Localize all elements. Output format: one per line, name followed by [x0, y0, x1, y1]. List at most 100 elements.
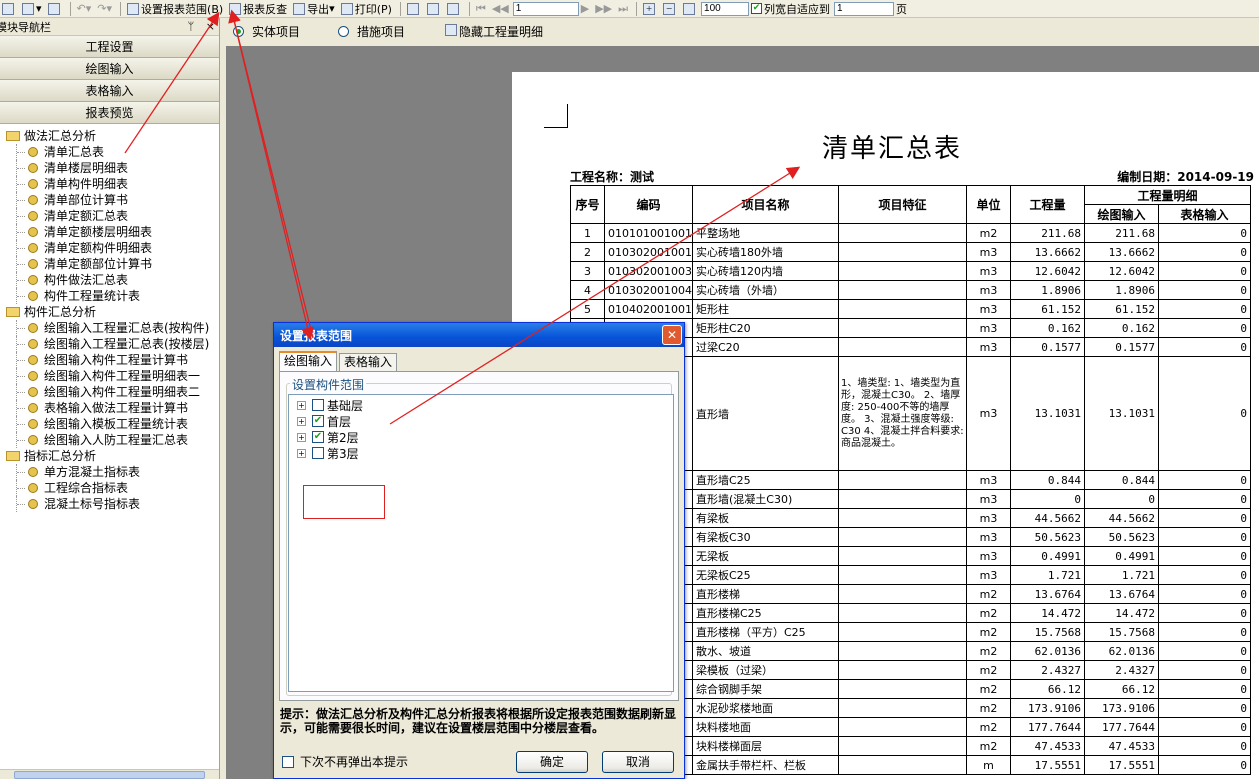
- floor-checkbox[interactable]: ✔: [312, 431, 324, 443]
- tree-item[interactable]: 清单定额汇总表: [0, 208, 219, 224]
- expand-icon[interactable]: +: [297, 400, 306, 410]
- close-icon[interactable]: ×: [206, 20, 215, 33]
- last-page-button[interactable]: ⏭: [616, 1, 630, 17]
- measure-items-radio[interactable]: 措施项目: [338, 23, 405, 40]
- expand-icon[interactable]: +: [297, 432, 306, 442]
- page-unit-label: 页: [896, 2, 908, 16]
- next-page-button[interactable]: ▶: [579, 1, 591, 17]
- tree-item[interactable]: 清单定额楼层明细表: [0, 224, 219, 240]
- tree-item[interactable]: 绘图输入构件工程量计算书: [0, 352, 219, 368]
- cell-unit: m3: [966, 318, 1011, 338]
- report-reverse-button[interactable]: 报表反查: [227, 1, 289, 17]
- tree-group[interactable]: 做法汇总分析: [0, 128, 219, 144]
- tree-item[interactable]: 绘图输入工程量汇总表(按楼层): [0, 336, 219, 352]
- nav-report-preview[interactable]: 报表预览: [0, 102, 219, 124]
- tree-item[interactable]: 绘图输入构件工程量明细表二: [0, 384, 219, 400]
- ok-button[interactable]: 确定: [516, 751, 588, 773]
- dont-show-again-checkbox[interactable]: 下次不再弹出本提示: [282, 753, 408, 770]
- cancel-button[interactable]: 取消: [602, 751, 674, 773]
- cell-name: 无梁板C25: [692, 565, 839, 585]
- cell-unit: m2: [966, 679, 1011, 699]
- cell-unit: m3: [966, 527, 1011, 547]
- fit-pages-input[interactable]: [834, 1, 895, 16]
- tab-table-input[interactable]: 表格输入: [339, 353, 398, 371]
- entity-items-radio[interactable]: 实体项目: [233, 23, 300, 40]
- fit-columns-toggle[interactable]: ✔ 列宽自适应到: [749, 1, 832, 17]
- cell-draw: 66.12: [1084, 679, 1159, 699]
- zoom-button[interactable]: [681, 1, 699, 17]
- cell-draw: 62.0136: [1084, 641, 1159, 661]
- first-page-button[interactable]: ⏮: [474, 1, 488, 17]
- tree-item[interactable]: 清单汇总表: [0, 144, 219, 160]
- zoom-in-button[interactable]: +: [641, 1, 659, 17]
- zoom-out-button[interactable]: −: [661, 1, 679, 17]
- expand-icon[interactable]: +: [297, 448, 306, 458]
- floor-node[interactable]: + ✔ 首层: [297, 413, 351, 429]
- nav-drawing-input[interactable]: 绘图输入: [0, 58, 219, 80]
- cell-name: 直形墙(混凝土C30): [692, 489, 839, 509]
- tree-item[interactable]: 清单定额部位计算书: [0, 256, 219, 272]
- undo-button[interactable]: ↶▾: [75, 1, 94, 17]
- floor-node[interactable]: + ✔ 第2层: [297, 429, 359, 445]
- tree-item[interactable]: 表格输入做法工程量计算书: [0, 400, 219, 416]
- cell-draw: 15.7568: [1084, 622, 1159, 642]
- horizontal-scrollbar[interactable]: [0, 769, 219, 779]
- floor-checkbox[interactable]: [312, 447, 324, 459]
- tree-group[interactable]: 构件汇总分析: [0, 304, 219, 320]
- next-pages-button[interactable]: ▶▶: [593, 1, 614, 17]
- double-page-button[interactable]: [425, 1, 443, 17]
- cell-feature: [838, 717, 967, 737]
- expand-icon[interactable]: +: [297, 416, 306, 426]
- tree-item[interactable]: 清单部位计算书: [0, 192, 219, 208]
- cell-draw: 50.5623: [1084, 527, 1159, 547]
- redo-button[interactable]: ↷▾: [95, 1, 114, 17]
- tree-group[interactable]: 指标汇总分析: [0, 448, 219, 464]
- dialog-close-button[interactable]: ✕: [662, 325, 682, 345]
- cell-table: 0: [1157, 489, 1252, 509]
- floor-checkbox[interactable]: ✔: [312, 415, 324, 427]
- floor-node[interactable]: + 第3层: [297, 445, 359, 461]
- tab-drawing-input[interactable]: 绘图输入: [279, 351, 338, 371]
- dialog-titlebar[interactable]: 设置报表范围 ✕: [274, 323, 684, 347]
- cell-unit: m3: [966, 508, 1011, 528]
- open-file-button[interactable]: ▾: [20, 1, 44, 17]
- hide-detail-button[interactable]: 隐藏工程量明细: [445, 23, 543, 40]
- compile-date: 编制日期：2014-09-19: [1117, 170, 1254, 184]
- page-number-input[interactable]: [512, 1, 579, 16]
- cell-qty: 0.844: [1010, 470, 1085, 490]
- set-report-range-button[interactable]: 设置报表范围(B): [125, 1, 225, 17]
- tree-item[interactable]: 绘图输入工程量汇总表(按构件): [0, 320, 219, 336]
- nav-table-input[interactable]: 表格输入: [0, 80, 219, 102]
- tree-item[interactable]: 清单构件明细表: [0, 176, 219, 192]
- floor-checkbox[interactable]: [312, 399, 324, 411]
- pin-icon[interactable]: ᛘ: [188, 20, 195, 33]
- new-file-button[interactable]: [0, 1, 18, 17]
- cell-qty: 61.152: [1010, 299, 1085, 319]
- cell-name: 直形墙: [692, 356, 839, 471]
- tree-item[interactable]: 绘图输入构件工程量明细表一: [0, 368, 219, 384]
- multi-page-button[interactable]: [445, 1, 463, 17]
- cell-feature: [838, 584, 967, 604]
- tree-item[interactable]: 清单楼层明细表: [0, 160, 219, 176]
- floor-node[interactable]: + 基础层: [297, 397, 363, 413]
- fit-checkbox[interactable]: ✔: [751, 3, 763, 14]
- tree-item[interactable]: 工程综合指标表: [0, 480, 219, 496]
- cell-name: 综合钢脚手架: [692, 679, 839, 699]
- tree-item[interactable]: 单方混凝土指标表: [0, 464, 219, 480]
- cell-draw: 173.9106: [1084, 698, 1159, 718]
- cell-table: 0: [1157, 660, 1252, 680]
- col-unit: 单位: [966, 185, 1011, 224]
- print-button[interactable]: 打印(P): [339, 1, 394, 17]
- tree-item[interactable]: 绘图输入模板工程量统计表: [0, 416, 219, 432]
- zoom-input[interactable]: [701, 1, 750, 16]
- export-button[interactable]: 导出 ▾: [291, 1, 337, 17]
- tree-item[interactable]: 构件工程量统计表: [0, 288, 219, 304]
- single-page-button[interactable]: [405, 1, 423, 17]
- tree-item[interactable]: 混凝土标号指标表: [0, 496, 219, 512]
- save-button[interactable]: [46, 1, 64, 17]
- tree-item[interactable]: 绘图输入人防工程量汇总表: [0, 432, 219, 448]
- tree-item[interactable]: 清单定额构件明细表: [0, 240, 219, 256]
- prev-page-button[interactable]: ◀◀: [490, 1, 511, 17]
- tree-item[interactable]: 构件做法汇总表: [0, 272, 219, 288]
- nav-project-settings[interactable]: 工程设置: [0, 36, 219, 58]
